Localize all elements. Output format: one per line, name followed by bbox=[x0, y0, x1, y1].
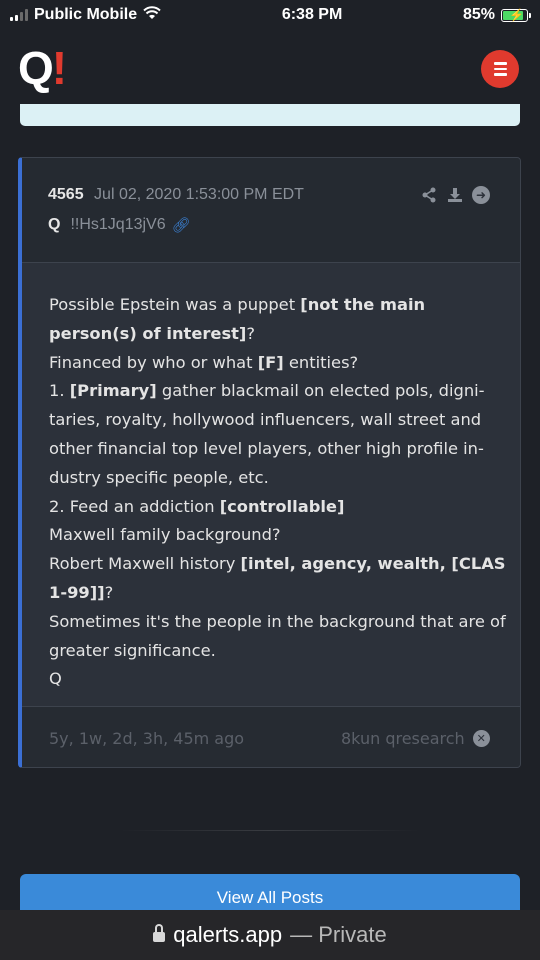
signal-icon bbox=[10, 9, 28, 21]
previous-card-edge bbox=[20, 104, 520, 126]
post-line: 1. [Primary] gather blackmail on elected… bbox=[49, 381, 485, 487]
post-age: 5y, 1w, 2d, 3h, 45m ago bbox=[49, 729, 245, 748]
share-icon[interactable] bbox=[420, 186, 438, 204]
site-logo[interactable]: Q! bbox=[18, 42, 67, 94]
source-label[interactable]: 8kun qresearch bbox=[341, 729, 465, 748]
tripcode: !!Hs1Jq13jV6 bbox=[70, 216, 166, 233]
post-footer: 5y, 1w, 2d, 3h, 45m ago 8kun qresearch ✕ bbox=[22, 706, 520, 767]
link-icon[interactable]: 🔗︎ bbox=[172, 216, 191, 234]
divider bbox=[120, 830, 420, 831]
post-line: 2. Feed an addiction [controllable] bbox=[49, 496, 345, 516]
status-bar: Public Mobile 6:38 PM 85% ⚡ bbox=[0, 0, 540, 30]
battery-icon: ⚡ bbox=[501, 8, 531, 22]
post-header: 4565 Jul 02, 2020 1:53:00 PM EDT Q !!Hs1… bbox=[22, 158, 520, 263]
post-number[interactable]: 4565 bbox=[48, 186, 84, 203]
post-card: 4565 Jul 02, 2020 1:53:00 PM EDT Q !!Hs1… bbox=[18, 157, 521, 768]
menu-button[interactable] bbox=[481, 50, 519, 88]
post-body: Possible Epstein was a puppet [not the m… bbox=[49, 291, 509, 694]
browser-url-bar[interactable]: qalerts.app — Private bbox=[0, 910, 540, 960]
post-line: Financed by who or what [F] entities? bbox=[49, 352, 359, 372]
clock: 6:38 PM bbox=[281, 6, 343, 23]
app-header: Q! bbox=[0, 30, 540, 106]
battery-percent: 85% bbox=[462, 6, 495, 23]
post-line: Q bbox=[49, 669, 62, 689]
hamburger-icon bbox=[493, 62, 507, 65]
url-domain: qalerts.app bbox=[173, 922, 283, 947]
wifi-icon bbox=[143, 5, 161, 25]
arrow-right-icon[interactable]: ➜ bbox=[472, 186, 490, 204]
status-left: Public Mobile bbox=[10, 5, 161, 25]
download-icon[interactable] bbox=[446, 186, 464, 204]
status-right: 85% ⚡ bbox=[462, 6, 531, 24]
post-source: 8kun qresearch ✕ bbox=[341, 729, 490, 748]
post-line: Sometimes it's the people in the backgro… bbox=[49, 611, 506, 660]
private-label: — Private bbox=[290, 922, 387, 947]
post-author-row: Q !!Hs1Jq13jV6 🔗︎ bbox=[48, 216, 191, 234]
post-line: Maxwell family background? bbox=[49, 525, 281, 545]
lock-icon bbox=[153, 923, 166, 944]
post-actions: ➜ bbox=[420, 186, 490, 204]
post-datetime: Jul 02, 2020 1:53:00 PM EDT bbox=[94, 186, 304, 203]
post-author: Q bbox=[48, 216, 61, 233]
post-line: Possible Epstein was a puppet [not the m… bbox=[49, 295, 426, 343]
post-meta: 4565 Jul 02, 2020 1:53:00 PM EDT bbox=[48, 186, 304, 204]
carrier-label: Public Mobile bbox=[34, 6, 138, 23]
post-line: Robert Maxwell history [intel, agency, w… bbox=[49, 554, 506, 602]
close-icon[interactable]: ✕ bbox=[472, 730, 490, 747]
